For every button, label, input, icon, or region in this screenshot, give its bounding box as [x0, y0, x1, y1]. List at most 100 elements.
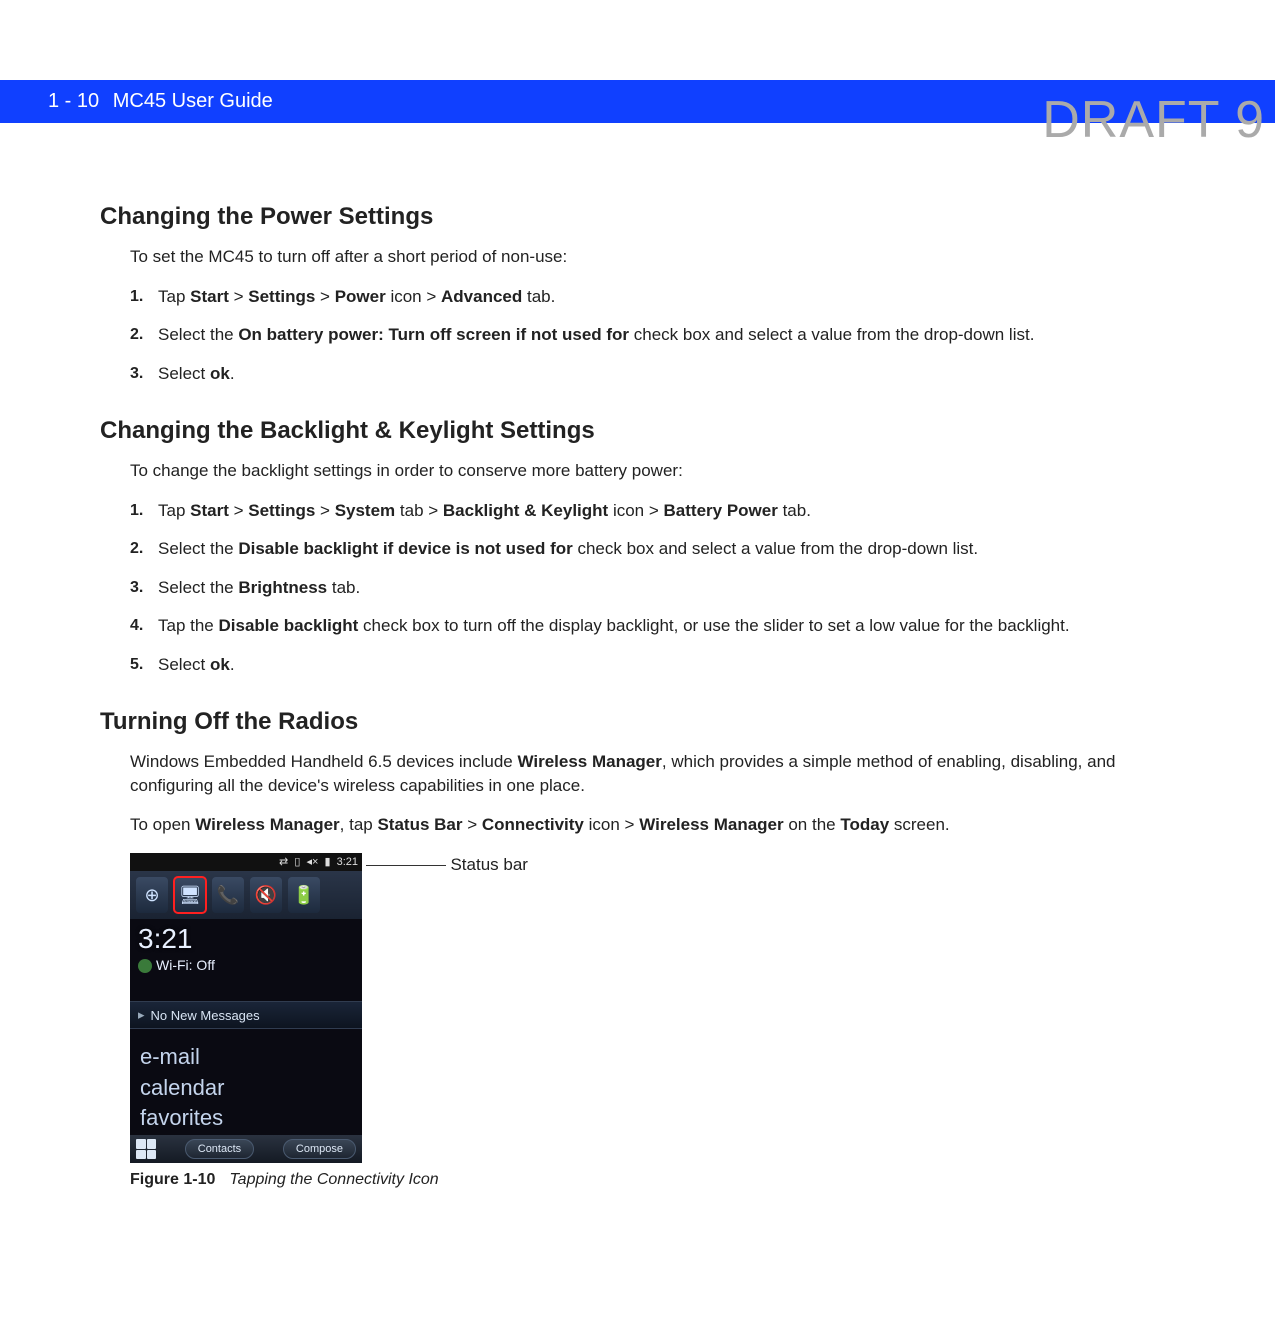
link-calendar: calendar — [140, 1074, 352, 1103]
bold: Wireless Manager — [639, 815, 783, 834]
section-radios-title: Turning Off the Radios — [100, 708, 1175, 736]
text: on the — [784, 815, 841, 834]
bold: On battery power: Turn off screen if not… — [238, 325, 629, 344]
windows-logo-icon — [136, 1139, 156, 1159]
bold: Start — [190, 501, 229, 520]
text: . — [230, 655, 235, 674]
home-clock: 3:21 — [138, 923, 193, 955]
backlight-step-3: Select the Brightness tab. — [130, 576, 1175, 601]
link-favorites: favorites — [140, 1104, 352, 1133]
text: > — [229, 501, 248, 520]
battery-icon: ▮ — [324, 856, 330, 868]
figure-wrap: ⇄ ▯ ◂× ▮ 3:21 ⊕ 🖥 📞 🔇 🔋 3:21 Wi-Fi: Off … — [130, 853, 1175, 1163]
bold: System — [335, 501, 395, 520]
device-statusbar: ⇄ ▯ ◂× ▮ 3:21 — [130, 853, 362, 871]
signal-icon: ⇄ — [279, 856, 288, 868]
speaker-icon: 🔇 — [250, 877, 282, 913]
text: > — [229, 287, 248, 306]
statusbar-callout: Status bar — [366, 853, 528, 875]
text: check box and select a value from the dr… — [629, 325, 1034, 344]
power-step-2: Select the On battery power: Turn off sc… — [130, 323, 1175, 348]
backlight-step-2: Select the Disable backlight if device i… — [130, 537, 1175, 562]
section-radios-open: To open Wireless Manager, tap Status Bar… — [130, 813, 1175, 837]
bold: Start — [190, 287, 229, 306]
bold: Disable backlight — [219, 616, 359, 635]
page-number: 1 - 10 — [48, 90, 99, 112]
messages-row: ▸ No New Messages — [130, 1001, 362, 1029]
bold: Brightness — [238, 578, 327, 597]
section-power-steps: Tap Start > Settings > Power icon > Adva… — [130, 285, 1175, 387]
text: > — [463, 815, 482, 834]
power-step-3: Select ok. — [130, 362, 1175, 387]
bold: Connectivity — [482, 815, 584, 834]
power-step-1: Tap Start > Settings > Power icon > Adva… — [130, 285, 1175, 310]
text: Select the — [158, 325, 238, 344]
figure-title: Tapping the Connectivity Icon — [229, 1171, 438, 1188]
text: . — [230, 364, 235, 383]
section-backlight-intro: To change the backlight settings in orde… — [130, 459, 1175, 483]
text: icon > — [584, 815, 639, 834]
bold: Today — [840, 815, 889, 834]
text: , tap — [340, 815, 378, 834]
caret-icon: ▸ — [138, 1007, 145, 1023]
text: icon > — [608, 501, 663, 520]
text: Select the — [158, 539, 238, 558]
bold: ok — [210, 364, 230, 383]
connectivity-icon: 🖥 — [174, 877, 206, 913]
bold: Settings — [248, 287, 315, 306]
page-content: Changing the Power Settings To set the M… — [0, 123, 1275, 1229]
bold: Disable backlight if device is not used … — [238, 539, 572, 558]
backlight-step-1: Tap Start > Settings > System tab > Back… — [130, 499, 1175, 524]
text: Tap — [158, 287, 190, 306]
section-power-title: Changing the Power Settings — [100, 203, 1175, 231]
text: screen. — [889, 815, 949, 834]
soft-key-bar: Contacts Compose — [130, 1135, 362, 1163]
text: Windows Embedded Handheld 6.5 devices in… — [130, 752, 517, 771]
phone-icon: 📞 — [212, 877, 244, 913]
bold: Backlight & Keylight — [443, 501, 608, 520]
zoom-icon: ⊕ — [136, 877, 168, 913]
battery-tile-icon: 🔋 — [288, 877, 320, 913]
link-email: e-mail — [140, 1043, 352, 1072]
section-radios-intro: Windows Embedded Handheld 6.5 devices in… — [130, 750, 1175, 798]
softkey-contacts: Contacts — [185, 1139, 254, 1159]
text: Select — [158, 655, 210, 674]
figure-number: Figure 1-10 — [130, 1171, 215, 1188]
section-backlight-steps: Tap Start > Settings > System tab > Back… — [130, 499, 1175, 678]
text: To open — [130, 815, 195, 834]
callout-line — [366, 865, 446, 866]
bold: ok — [210, 655, 230, 674]
text: tab. — [522, 287, 555, 306]
backlight-step-5: Select ok. — [130, 653, 1175, 678]
text: icon > — [386, 287, 441, 306]
text: Tap — [158, 501, 190, 520]
network-icon: ▯ — [294, 856, 300, 868]
volume-icon: ◂× — [306, 856, 318, 868]
backlight-step-4: Tap the Disable backlight check box to t… — [130, 614, 1175, 639]
wifi-dot-icon — [138, 959, 152, 973]
callout-label: Status bar — [450, 855, 528, 874]
text: > — [315, 287, 334, 306]
text: tab > — [395, 501, 443, 520]
text: check box and select a value from the dr… — [573, 539, 978, 558]
text: Tap the — [158, 616, 219, 635]
wifi-label: Wi-Fi: Off — [156, 957, 215, 973]
bold: Status Bar — [377, 815, 462, 834]
bold: Power — [335, 287, 386, 306]
section-backlight-title: Changing the Backlight & Keylight Settin… — [100, 417, 1175, 445]
draft-watermark: DRAFT 9 — [1042, 90, 1265, 150]
text: tab. — [778, 501, 811, 520]
device-screenshot: ⇄ ▯ ◂× ▮ 3:21 ⊕ 🖥 📞 🔇 🔋 3:21 Wi-Fi: Off … — [130, 853, 362, 1163]
guide-title: MC45 User Guide — [113, 90, 273, 112]
bold: Wireless Manager — [195, 815, 339, 834]
text: Select the — [158, 578, 238, 597]
bold: Wireless Manager — [517, 752, 661, 771]
messages-label: No New Messages — [151, 1008, 260, 1023]
text: tab. — [327, 578, 360, 597]
home-links: e-mail calendar favorites — [140, 1043, 352, 1135]
bold: Settings — [248, 501, 315, 520]
figure-caption: Figure 1-10 Tapping the Connectivity Icon — [130, 1171, 1175, 1189]
text: Select — [158, 364, 210, 383]
glass-icon-row: ⊕ 🖥 📞 🔇 🔋 — [130, 871, 362, 919]
softkey-compose: Compose — [283, 1139, 356, 1159]
